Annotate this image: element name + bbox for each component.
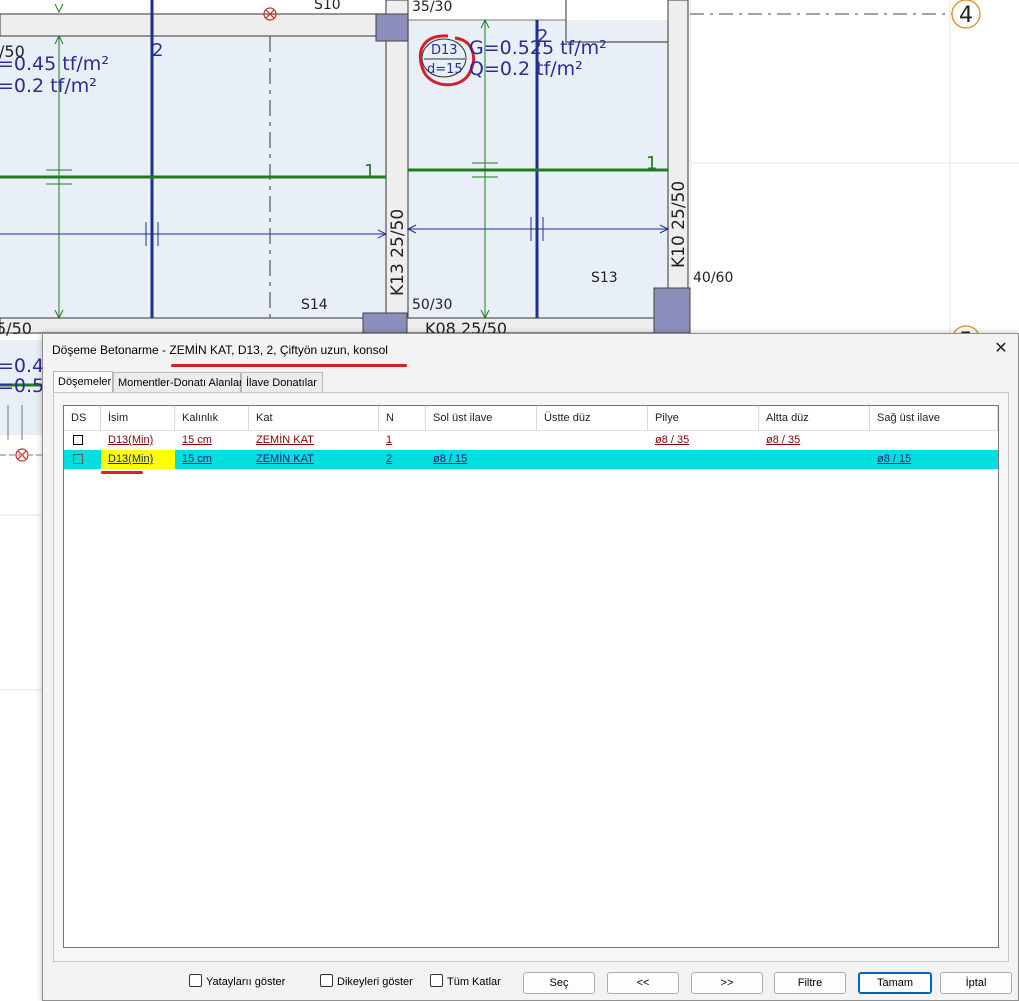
slab-table[interactable]: DS İsim Kalınlık Kat N Sol üst ilave Üst…: [63, 405, 999, 948]
row-bottom-straight[interactable]: ø8 / 35: [766, 434, 800, 446]
table-row[interactable]: D13(Min) 15 cm ZEMİN KAT 1 ø8 / 35 ø8 / …: [64, 431, 998, 450]
load-q-left: =0.2 tf/m²: [0, 75, 97, 97]
support-marker-left: [0, 448, 42, 462]
rebar-number-1-left: 1: [364, 161, 375, 182]
column-top: [375, 13, 409, 42]
label-s14: S14: [301, 297, 328, 313]
row-n[interactable]: 1: [386, 434, 392, 446]
row-thickness[interactable]: 15 cm: [182, 434, 212, 446]
next-button[interactable]: >>: [691, 972, 763, 994]
ds-checkbox[interactable]: [64, 431, 101, 450]
row-name[interactable]: D13(Min): [108, 453, 153, 465]
label-beam-5030: 50/30: [412, 297, 452, 313]
rebar-number-1-right: 1: [646, 153, 657, 174]
title-annotation-underline: [171, 364, 407, 367]
col-header-name[interactable]: İsim: [101, 406, 175, 430]
rebar-number-2-left: 2: [152, 40, 163, 61]
col-header-pilye[interactable]: Pilye: [648, 406, 759, 430]
row-floor[interactable]: ZEMİN KAT: [256, 453, 314, 465]
slab-thickness-label: d=15: [427, 62, 463, 77]
select-button[interactable]: Seç: [523, 972, 595, 994]
row-left-top[interactable]: ø8 / 15: [433, 453, 467, 465]
col-header-ds[interactable]: DS: [64, 406, 101, 430]
table-header: DS İsim Kalınlık Kat N Sol üst ilave Üst…: [64, 406, 998, 431]
all-floors-checkbox[interactable]: Tüm Katlar: [430, 974, 501, 988]
show-vertical-checkbox[interactable]: Dikeyleri göster: [320, 974, 413, 988]
row-annotation-underline: [101, 471, 143, 474]
row-name[interactable]: D13(Min): [108, 434, 153, 446]
row-n[interactable]: 2: [386, 453, 392, 465]
col-header-floor[interactable]: Kat: [249, 406, 379, 430]
label-k13: K13 25/50: [388, 209, 408, 296]
label-beam-4060: 40/60: [693, 270, 733, 286]
slab-name-label: D13: [431, 43, 458, 58]
all-floors-label: Tüm Katlar: [447, 976, 501, 988]
row-pilye[interactable]: ø8 / 35: [655, 434, 689, 446]
show-vertical-label: Dikeyleri göster: [337, 976, 413, 988]
ds-checkbox[interactable]: [64, 450, 101, 469]
tab-moments-rebar-areas[interactable]: Momentler-Donatı Alanları: [113, 372, 246, 392]
show-horizontal-label: Yataylarıı göster: [206, 976, 286, 988]
load-partial-b: =0.5: [0, 375, 44, 397]
col-header-top-straight[interactable]: Üstte düz: [537, 406, 648, 430]
cancel-button[interactable]: İptal: [940, 972, 1012, 994]
row-floor[interactable]: ZEMİN KAT: [256, 434, 314, 446]
dialog-title: Döşeme Betonarme - ZEMİN KAT, D13, 2, Çi…: [52, 343, 388, 357]
load-g-right: G=0.525 tf/m²: [469, 37, 607, 59]
beam-k08: [0, 317, 689, 334]
axis-label-4: 4: [959, 3, 973, 28]
tab-additional-rebars[interactable]: İlave Donatılar: [241, 372, 323, 392]
col-header-thickness[interactable]: Kalınlık: [175, 406, 249, 430]
label-beam-50-bottom: 5/50: [0, 319, 32, 338]
previous-button[interactable]: <<: [607, 972, 679, 994]
show-horizontal-checkbox[interactable]: Yataylarıı göster: [189, 974, 285, 988]
label-k10: K10 25/50: [669, 181, 689, 268]
column-bottom-left: [362, 312, 408, 334]
load-q-right: Q=0.2 tf/m²: [469, 58, 583, 80]
ok-button[interactable]: Tamam: [858, 972, 932, 994]
col-header-left-top[interactable]: Sol üst ilave: [426, 406, 537, 430]
tab-slabs[interactable]: Döşemeler: [53, 371, 113, 393]
col-header-n[interactable]: N: [379, 406, 426, 430]
load-partial-a: =0.4: [0, 355, 44, 377]
row-thickness[interactable]: 15 cm: [182, 453, 212, 465]
col-header-bottom-straight[interactable]: Altta düz: [759, 406, 870, 430]
dialog-titlebar[interactable]: Döşeme Betonarme - ZEMİN KAT, D13, 2, Çi…: [43, 334, 1018, 366]
row-right-top[interactable]: ø8 / 15: [877, 453, 911, 465]
label-beam-3530: 35/30: [412, 0, 452, 15]
table-row-selected[interactable]: D13(Min) 15 cm ZEMİN KAT 2 ø8 / 15 ø8 / …: [64, 450, 998, 469]
col-header-right-top[interactable]: Sağ üst ilave: [870, 406, 998, 430]
label-s13: S13: [591, 270, 618, 286]
filter-button[interactable]: Filtre: [774, 972, 846, 994]
beam-s10: [0, 13, 387, 37]
label-s10: S10: [314, 0, 341, 13]
slab-rebar-dialog: Döşeme Betonarme - ZEMİN KAT, D13, 2, Çi…: [42, 333, 1019, 1001]
column-bottom-right: [653, 287, 691, 334]
label-beam-50-top: /50: [0, 42, 25, 61]
close-button[interactable]: ✕: [988, 338, 1014, 362]
beam-k10: [667, 0, 689, 331]
